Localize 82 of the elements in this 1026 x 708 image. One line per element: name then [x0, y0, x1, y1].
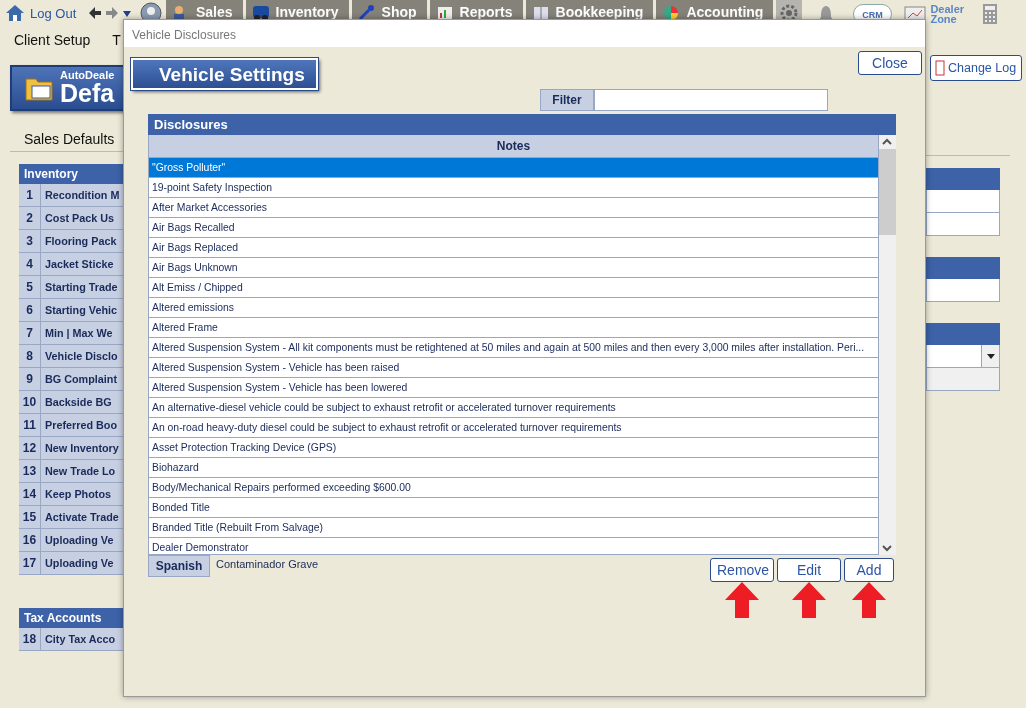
nav-tab-label: Shop: [381, 4, 417, 20]
setting-name[interactable]: Cost Pack Us: [41, 207, 114, 229]
input-field[interactable]: [926, 279, 1000, 302]
banner-subtitle: AutoDeale: [60, 70, 115, 81]
row-number: 4: [19, 253, 41, 275]
row-number: 11: [19, 414, 41, 436]
row-number: 18: [19, 628, 41, 650]
setting-name[interactable]: Vehicle Disclo: [41, 345, 118, 367]
nav-tab-label: Accounting: [686, 4, 764, 20]
section-header: Disclosures: [148, 114, 896, 135]
filter-label: Filter: [540, 89, 594, 111]
setting-name[interactable]: Starting Trade: [41, 276, 118, 298]
tab-icon: [435, 4, 454, 22]
row-number: 16: [19, 529, 41, 551]
setting-name[interactable]: Keep Photos: [41, 483, 111, 505]
row-number: 6: [19, 299, 41, 321]
up-arrow-icon: [725, 582, 759, 618]
up-arrow-icon: [852, 582, 886, 618]
nav-tab-label: Bookkeeping: [555, 4, 644, 20]
row-number: 8: [19, 345, 41, 367]
tab-icon: [662, 4, 681, 22]
column-header[interactable]: Notes: [149, 135, 878, 158]
row-number: 10: [19, 391, 41, 413]
spanish-text: Contaminador Grave: [216, 558, 319, 570]
setting-name[interactable]: Uploading Ve: [41, 552, 114, 574]
log-out-link[interactable]: Log Out: [30, 5, 77, 21]
home-icon[interactable]: [5, 4, 25, 22]
banner-title: Defa: [60, 81, 115, 106]
row-number: 2: [19, 207, 41, 229]
dialog-title: Vehicle Disclosures: [124, 20, 925, 47]
setting-name[interactable]: Uploading Ve: [41, 529, 114, 551]
tab-icon: [357, 4, 376, 22]
row-number: 15: [19, 506, 41, 528]
row-number: 9: [19, 368, 41, 390]
setting-name[interactable]: BG Complaint: [41, 368, 117, 390]
setting-name[interactable]: New Inventory: [41, 437, 119, 459]
dialog-heading: Vehicle Settings: [131, 58, 318, 90]
setting-name[interactable]: Jacket Sticke: [41, 253, 114, 275]
document-icon[interactable]: [935, 60, 945, 76]
caret-icon[interactable]: [986, 353, 995, 359]
up-arrow-icon: [792, 582, 826, 618]
setting-name[interactable]: City Tax Acco: [41, 628, 116, 650]
setting-name[interactable]: Recondition M: [41, 184, 120, 206]
row-number: 1: [19, 184, 41, 206]
back-arrow-icon[interactable]: [88, 6, 102, 20]
input-field[interactable]: [926, 368, 1000, 391]
menu-item[interactable]: Client Setup: [14, 32, 91, 48]
setting-name[interactable]: Starting Vehic: [41, 299, 117, 321]
setting-name[interactable]: Preferred Boo: [41, 414, 117, 436]
note-row[interactable]: "Gross Polluter": [149, 158, 878, 178]
row-number: 14: [19, 483, 41, 505]
nav-tab-label: Reports: [459, 4, 513, 20]
action-button[interactable]: Remove: [710, 558, 774, 582]
nav-tab-label: Inventory: [275, 4, 339, 20]
setting-name[interactable]: Flooring Pack: [41, 230, 117, 252]
filter-field[interactable]: [594, 89, 828, 111]
scroll-thumb[interactable]: [879, 149, 896, 235]
row-number: 13: [19, 460, 41, 482]
table-header: Inventory: [19, 164, 124, 184]
action-button[interactable]: Edit: [777, 558, 841, 582]
input-field[interactable]: [926, 190, 1000, 213]
calculator-icon[interactable]: [982, 3, 999, 25]
setting-name[interactable]: New Trade Lo: [41, 460, 116, 482]
row-number: 5: [19, 276, 41, 298]
close-button[interactable]: Close: [858, 51, 922, 75]
row-number: 12: [19, 437, 41, 459]
row-number: 7: [19, 322, 41, 344]
scrollbar[interactable]: [879, 135, 896, 555]
input-field[interactable]: [926, 213, 1000, 236]
tab-icon: [251, 4, 270, 22]
spanish-label: Spanish: [148, 555, 210, 577]
action-button[interactable]: Add: [844, 558, 894, 582]
nav-tab-label: Sales: [196, 4, 233, 20]
setting-name[interactable]: Backside BG: [41, 391, 112, 413]
tab-icon: [531, 4, 550, 22]
change-log-button[interactable]: Change Log: [930, 55, 1022, 81]
menu-item[interactable]: T: [112, 32, 121, 48]
table-header: Tax Accounts: [19, 608, 124, 628]
row-number: 17: [19, 552, 41, 574]
setting-name[interactable]: Min | Max We: [41, 322, 113, 344]
setting-name[interactable]: Activate Trade: [41, 506, 119, 528]
row-number: 3: [19, 230, 41, 252]
